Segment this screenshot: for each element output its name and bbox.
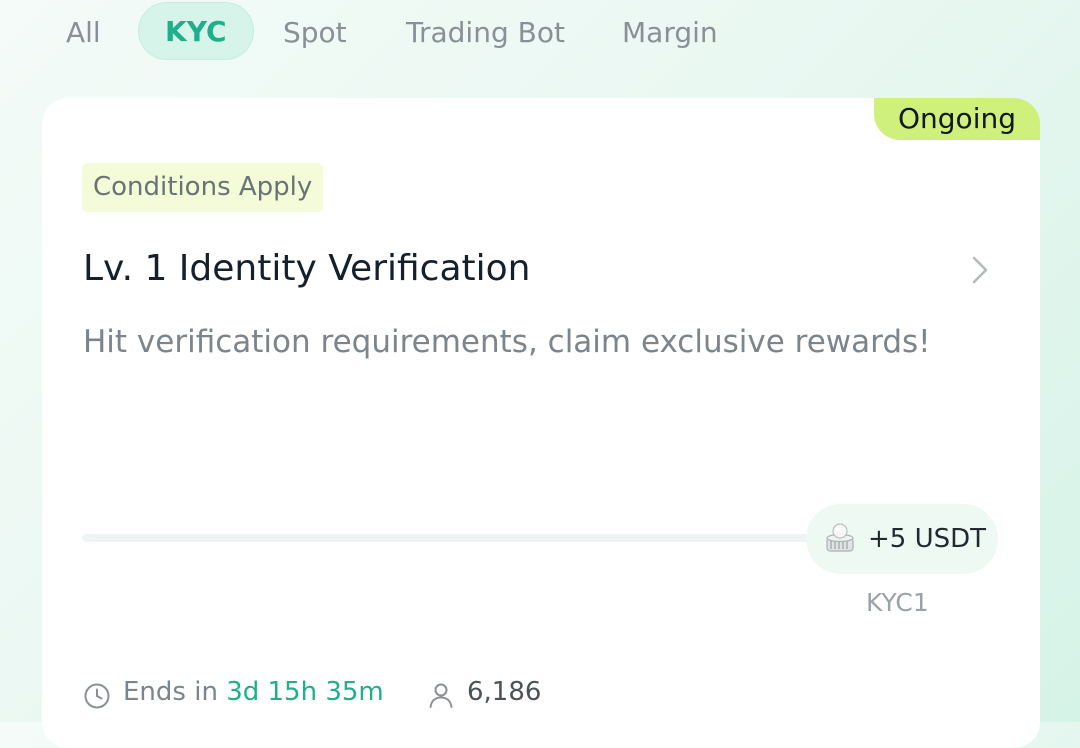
countdown-value: 3d 15h 35m bbox=[226, 677, 384, 707]
task-card[interactable]: Ongoing Conditions Apply Lv. 1 Identity … bbox=[42, 98, 1040, 748]
user-icon bbox=[429, 683, 453, 708]
coin-stack-icon bbox=[826, 523, 854, 552]
clock-icon bbox=[84, 683, 110, 709]
status-badge: Ongoing bbox=[874, 98, 1040, 140]
participant-count: 6,186 bbox=[467, 677, 542, 707]
milestone-label: KYC1 bbox=[866, 588, 929, 617]
tab-trading-bot[interactable]: Trading Bot bbox=[406, 14, 565, 52]
tab-kyc[interactable]: KYC bbox=[138, 2, 254, 60]
tab-margin[interactable]: Margin bbox=[622, 14, 718, 52]
tab-all[interactable]: All bbox=[66, 14, 101, 52]
conditions-tag: Conditions Apply bbox=[82, 163, 324, 212]
reward-amount: +5 USDT bbox=[868, 524, 987, 554]
task-description: Hit verification requirements, claim exc… bbox=[83, 324, 931, 360]
progress-track bbox=[82, 534, 822, 542]
ends-in: Ends in 3d 15h 35m bbox=[123, 677, 384, 707]
chevron-right-icon[interactable] bbox=[967, 254, 991, 286]
tab-spot[interactable]: Spot bbox=[283, 14, 347, 52]
task-title: Lv. 1 Identity Verification bbox=[83, 248, 531, 289]
category-tabs: All KYC Spot Trading Bot Margin bbox=[0, 0, 1080, 70]
reward-pill: +5 USDT bbox=[806, 504, 998, 574]
ends-in-label: Ends in bbox=[123, 677, 218, 707]
card-footer: Ends in 3d 15h 35m 6,186 bbox=[83, 677, 783, 713]
